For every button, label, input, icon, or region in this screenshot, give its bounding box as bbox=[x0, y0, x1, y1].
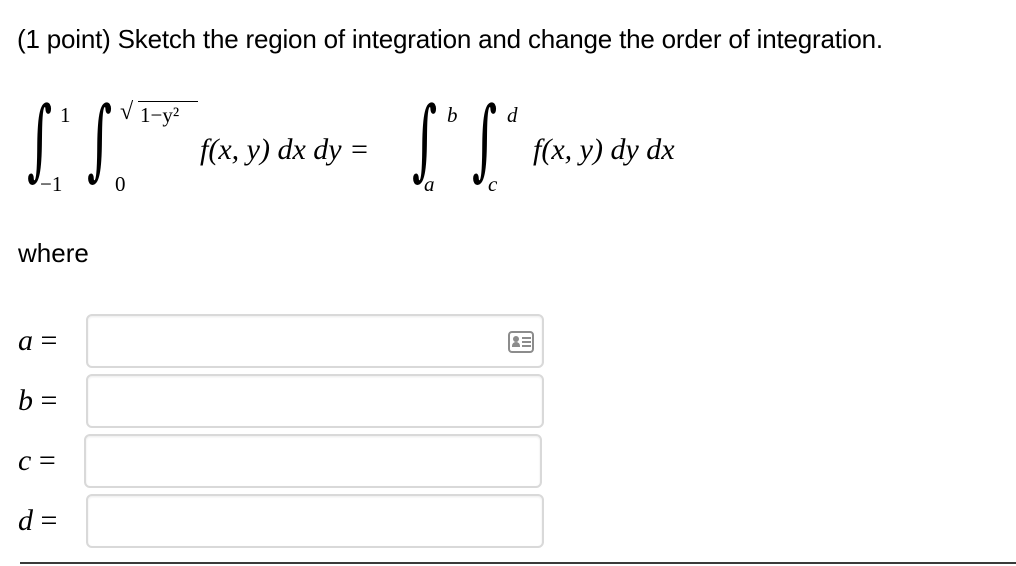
var-c: c bbox=[18, 444, 32, 477]
equals-b: = bbox=[40, 384, 58, 417]
integral-sign-outer-right: ∫ bbox=[412, 87, 438, 190]
integral-sign-outer-left: ∫ bbox=[27, 87, 53, 190]
problem-text: Sketch the region of integration and cha… bbox=[117, 24, 883, 54]
integral-sign-inner-right: ∫ bbox=[472, 87, 498, 190]
label-d: d = bbox=[18, 504, 57, 538]
answer-field-c[interactable] bbox=[84, 434, 542, 488]
equation-editor-icon[interactable] bbox=[508, 331, 534, 353]
label-c: c = bbox=[18, 444, 56, 478]
input-c[interactable] bbox=[86, 436, 540, 486]
label-a: a = bbox=[18, 324, 57, 358]
var-a: a bbox=[18, 324, 33, 357]
equals-d: = bbox=[40, 504, 58, 537]
problem-points: (1 point) bbox=[17, 24, 111, 54]
input-b[interactable] bbox=[88, 376, 542, 426]
answer-field-a[interactable] bbox=[86, 314, 544, 368]
right-inner-upper-limit: d bbox=[507, 103, 518, 127]
label-b: b = bbox=[18, 384, 57, 418]
answer-field-d[interactable] bbox=[86, 494, 544, 548]
right-outer-upper-limit: b bbox=[447, 103, 458, 127]
answer-field-b[interactable] bbox=[86, 374, 544, 428]
right-outer-lower-limit: a bbox=[424, 172, 435, 196]
equals-c: = bbox=[38, 444, 56, 477]
where-label: where bbox=[18, 238, 89, 268]
right-integrand: f(x, y) dy dx bbox=[533, 133, 675, 166]
sqrt-symbol: √ bbox=[120, 99, 134, 125]
input-d[interactable] bbox=[88, 496, 542, 546]
sqrt-radicand: 1−y² bbox=[140, 103, 180, 127]
var-b: b bbox=[18, 384, 33, 417]
left-inner-upper-limit: √ 1−y² bbox=[120, 99, 210, 130]
left-outer-upper-limit: 1 bbox=[60, 103, 71, 127]
bottom-divider bbox=[20, 562, 1016, 564]
left-inner-lower-limit: 0 bbox=[115, 172, 126, 196]
equals-a: = bbox=[40, 324, 58, 357]
problem-statement: (1 point) Sketch the region of integrati… bbox=[17, 24, 883, 55]
integral-sign-inner-left: ∫ bbox=[87, 87, 113, 190]
input-a[interactable] bbox=[88, 316, 542, 366]
left-outer-lower-limit: −1 bbox=[40, 172, 63, 196]
var-d: d bbox=[18, 504, 33, 537]
right-inner-lower-limit: c bbox=[488, 172, 498, 196]
left-integrand: f(x, y) dx dy = bbox=[200, 133, 370, 166]
